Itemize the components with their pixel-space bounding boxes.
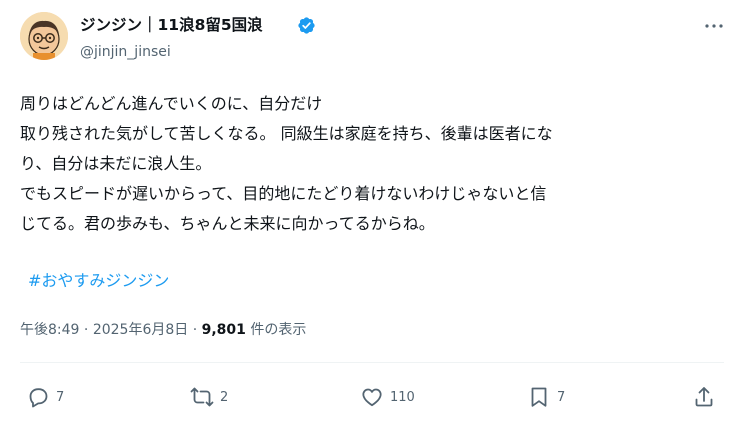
repost-count: 2: [220, 389, 229, 405]
bookmark-button[interactable]: 7: [527, 380, 565, 414]
tweet-line: じてる。君の歩みも、ちゃんと未来に向かってるからね。: [20, 214, 435, 233]
bookmark-count: 7: [557, 389, 566, 405]
like-button[interactable]: 110: [360, 380, 415, 414]
display-name[interactable]: ジンジン｜11浪8留5国浪: [80, 15, 263, 35]
user-handle[interactable]: @jinjin_jinsei: [80, 43, 171, 61]
divider: [20, 362, 724, 363]
share-button[interactable]: [692, 380, 716, 414]
tweet-line: り、自分は未だに浪人生。: [20, 154, 212, 173]
avatar-illustration: [20, 12, 68, 60]
views-count: 9,801: [201, 322, 246, 338]
meta-separator: ·: [83, 322, 89, 338]
tweet-time[interactable]: 午後8:49: [20, 322, 79, 338]
like-count: 110: [390, 389, 415, 405]
tweet-line: 周りはどんどん進んでいくのに、自分だけ: [20, 94, 323, 113]
hashtag-link[interactable]: #おやすみジンジン: [28, 269, 169, 293]
tweet-text: 周りはどんどん進んでいくのに、自分だけ 取り残された気がして苦しくなる。 同級生…: [20, 89, 728, 239]
like-icon: [362, 388, 382, 407]
tweet-line: でもスピードが遅いからって、目的地にたどり着けないわけじゃないと信: [20, 184, 547, 203]
reply-icon: [29, 388, 48, 408]
verified-badge-icon: [298, 17, 315, 34]
action-bar: 7 2 110 7: [0, 380, 744, 414]
repost-icon: [190, 387, 214, 407]
reply-button[interactable]: 7: [26, 380, 64, 414]
reply-count: 7: [56, 389, 65, 405]
tweet-date[interactable]: 2025年6月8日: [93, 322, 188, 338]
repost-button[interactable]: 2: [190, 380, 228, 414]
bookmark-icon: [531, 387, 547, 407]
more-icon[interactable]: [702, 14, 726, 38]
tweet-line: 取り残された気がして苦しくなる。 同級生は家庭を持ち、後輩は医者にな: [20, 124, 553, 143]
meta-separator: ·: [192, 322, 198, 338]
tweet-meta: 午後8:49 · 2025年6月8日 · 9,801 件の表示: [20, 320, 306, 340]
share-icon: [695, 387, 713, 407]
avatar[interactable]: [20, 12, 68, 60]
views-label: 件の表示: [250, 322, 307, 338]
